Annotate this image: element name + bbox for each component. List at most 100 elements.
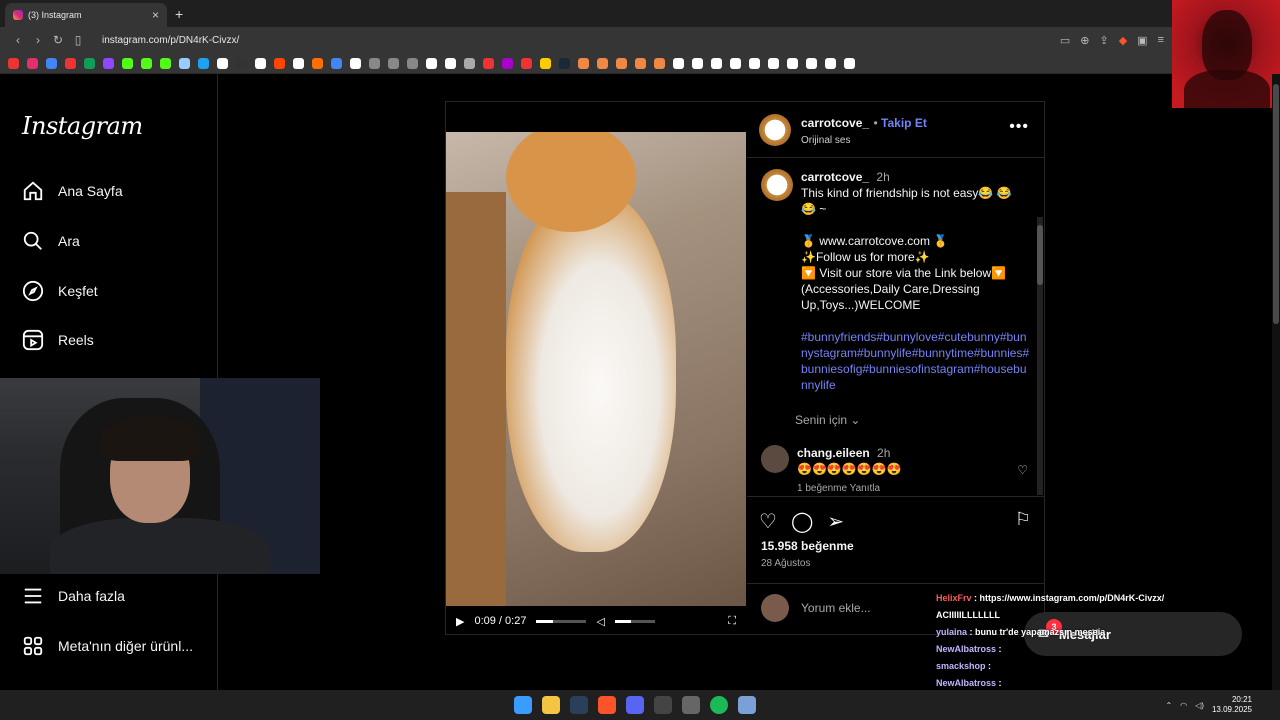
back-icon[interactable]: ‹ bbox=[8, 33, 28, 47]
instagram-logo[interactable]: Instagram bbox=[22, 112, 143, 140]
video-progress-bar[interactable] bbox=[536, 619, 587, 623]
zoom-icon[interactable]: ⊕ bbox=[1080, 34, 1089, 47]
sidebar-item-explore[interactable]: Keşfet bbox=[22, 280, 98, 302]
more-options-icon[interactable]: ••• bbox=[1009, 118, 1029, 136]
play-icon[interactable]: ▶ bbox=[456, 615, 464, 628]
bookmark-icon[interactable] bbox=[407, 57, 418, 69]
bookmark-icon[interactable] bbox=[654, 57, 665, 69]
fullscreen-icon[interactable]: ⛶ bbox=[728, 615, 736, 628]
bookmark-icon[interactable] bbox=[521, 57, 532, 69]
for-you-dropdown[interactable]: Senin için ⌄ bbox=[795, 413, 860, 427]
bookmark-icon[interactable] bbox=[350, 57, 361, 69]
bookmark-icon[interactable] bbox=[711, 57, 722, 69]
bookmark-icon[interactable] bbox=[122, 57, 133, 69]
volume-slider[interactable] bbox=[614, 619, 655, 623]
bookmark-icon[interactable] bbox=[597, 57, 608, 69]
bookmark-icon[interactable] bbox=[198, 57, 209, 69]
bookmark-icon[interactable] bbox=[483, 57, 494, 69]
windows-start-icon[interactable] bbox=[514, 696, 532, 714]
bookmark-icon[interactable] bbox=[806, 57, 817, 69]
app-icon[interactable] bbox=[682, 696, 700, 714]
forward-icon[interactable]: › bbox=[28, 33, 48, 47]
bookmark-icon[interactable] bbox=[749, 57, 760, 69]
like-count[interactable]: 15.958 beğenme bbox=[761, 539, 854, 553]
share-icon[interactable]: ➢ bbox=[827, 509, 844, 534]
bookmark-icon[interactable] bbox=[293, 57, 304, 69]
spotify-icon[interactable] bbox=[710, 696, 728, 714]
bookmark-icon[interactable] bbox=[673, 57, 684, 69]
bookmark-icon[interactable] bbox=[217, 57, 228, 69]
bookmark-icon[interactable] bbox=[141, 57, 152, 69]
like-icon[interactable]: ♡ bbox=[759, 509, 777, 534]
steam-icon[interactable] bbox=[570, 696, 588, 714]
caption-hashtags[interactable]: #bunnyfriends#bunnylove#cutebunny#bunnys… bbox=[801, 329, 1031, 393]
bookmark-icon[interactable] bbox=[331, 57, 342, 69]
bookmark-icon[interactable] bbox=[578, 57, 589, 69]
url-field[interactable]: instagram.com/p/DN4rK-Civzx/ bbox=[102, 35, 239, 46]
bookmark-icon[interactable] bbox=[464, 57, 475, 69]
page-scrollbar[interactable] bbox=[1272, 74, 1280, 690]
tray-chevron-icon[interactable]: ⌃ bbox=[1165, 701, 1172, 710]
bookmark-icon[interactable] bbox=[388, 57, 399, 69]
bookmark-icon[interactable] bbox=[730, 57, 741, 69]
wifi-icon[interactable]: ◠ bbox=[1180, 701, 1187, 710]
comment-meta[interactable]: 1 beğenme Yanıtla bbox=[797, 481, 902, 495]
bookmark-icon[interactable] bbox=[46, 57, 57, 69]
sidebar-item-search[interactable]: Ara bbox=[22, 230, 80, 252]
browser-tab[interactable]: (3) Instagram × bbox=[5, 3, 167, 27]
sidebar-item-meta-apps[interactable]: Meta'nın diğer ürünl... bbox=[22, 635, 193, 657]
comment-icon[interactable]: ◯ bbox=[791, 509, 813, 534]
sidebar-item-home[interactable]: Ana Sayfa bbox=[22, 180, 123, 202]
obs-icon[interactable] bbox=[654, 696, 672, 714]
cast-icon[interactable]: ▭ bbox=[1060, 34, 1070, 47]
author-username[interactable]: carrotcove_ bbox=[801, 116, 869, 130]
bookmark-icon[interactable] bbox=[236, 57, 247, 69]
audio-label[interactable]: Orijinal ses bbox=[801, 135, 927, 146]
bookmark-icon[interactable] bbox=[65, 57, 76, 69]
caption-avatar[interactable] bbox=[761, 169, 793, 201]
bookmark-icon[interactable] bbox=[27, 57, 38, 69]
bookmark-icon[interactable] bbox=[540, 57, 551, 69]
save-icon[interactable]: ⚐ bbox=[1015, 509, 1031, 530]
volume-icon[interactable]: ◁) bbox=[1195, 701, 1204, 710]
reload-icon[interactable]: ↻ bbox=[48, 33, 68, 47]
bookmark-icon[interactable] bbox=[825, 57, 836, 69]
bookmark-icon[interactable] bbox=[844, 57, 855, 69]
share-icon[interactable]: ⇪ bbox=[1099, 34, 1108, 47]
follow-button[interactable]: Takip Et bbox=[881, 116, 927, 130]
comment-like-icon[interactable]: ♡ bbox=[1017, 463, 1028, 477]
bookmark-icon[interactable] bbox=[635, 57, 646, 69]
bookmark-icon[interactable] bbox=[8, 57, 19, 69]
extension-icon[interactable]: ▣ bbox=[1137, 34, 1147, 47]
bookmark-page-icon[interactable]: ▯ bbox=[68, 33, 88, 47]
brave-icon[interactable] bbox=[598, 696, 616, 714]
bookmark-icon[interactable] bbox=[787, 57, 798, 69]
bookmark-icon[interactable] bbox=[179, 57, 190, 69]
bookmark-icon[interactable] bbox=[312, 57, 323, 69]
bookmark-icon[interactable] bbox=[84, 57, 95, 69]
system-clock[interactable]: 20:21 13.09.2025 bbox=[1212, 695, 1252, 715]
sidebar-item-more[interactable]: Daha fazla bbox=[22, 585, 125, 607]
bookmark-icon[interactable] bbox=[426, 57, 437, 69]
menu-icon[interactable]: ≡ bbox=[1158, 34, 1164, 47]
bookmark-icon[interactable] bbox=[502, 57, 513, 69]
comments-scrollbar[interactable] bbox=[1037, 217, 1043, 495]
bookmark-icon[interactable] bbox=[768, 57, 779, 69]
comment-avatar[interactable] bbox=[761, 445, 789, 473]
caption-username[interactable]: carrotcove_ bbox=[801, 170, 869, 184]
author-avatar[interactable] bbox=[759, 113, 791, 146]
bookmark-icon[interactable] bbox=[559, 57, 570, 69]
bookmark-icon[interactable] bbox=[103, 57, 114, 69]
discord-icon[interactable] bbox=[626, 696, 644, 714]
comment-username[interactable]: chang.eileen bbox=[797, 446, 870, 460]
bookmark-icon[interactable] bbox=[616, 57, 627, 69]
bookmark-icon[interactable] bbox=[255, 57, 266, 69]
shield-icon[interactable]: ◆ bbox=[1119, 34, 1127, 47]
volume-icon[interactable]: ◁ bbox=[596, 615, 604, 628]
app-icon[interactable] bbox=[738, 696, 756, 714]
post-video[interactable] bbox=[446, 132, 746, 606]
sidebar-item-reels[interactable]: Reels bbox=[22, 329, 94, 351]
bookmark-icon[interactable] bbox=[274, 57, 285, 69]
bookmark-icon[interactable] bbox=[369, 57, 380, 69]
file-explorer-icon[interactable] bbox=[542, 696, 560, 714]
